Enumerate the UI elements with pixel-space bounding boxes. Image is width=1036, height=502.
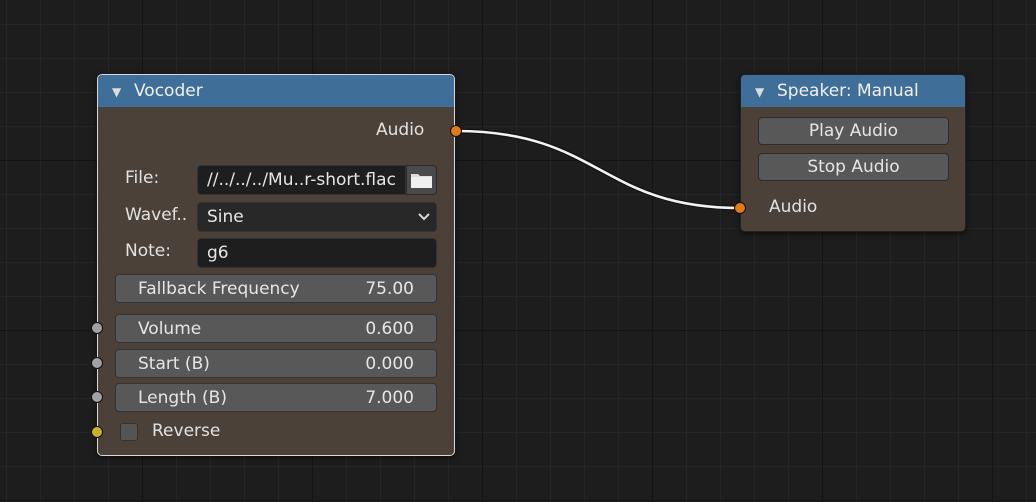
- start-value: 0.000: [365, 354, 414, 374]
- chevron-down-icon: [418, 203, 430, 241]
- fallback-frequency-label: Fallback Frequency: [138, 279, 300, 299]
- volume-value: 0.600: [365, 319, 414, 339]
- vocoder-audio-output-socket[interactable]: [450, 125, 462, 137]
- volume-input-socket[interactable]: [91, 322, 103, 334]
- reverse-input-socket[interactable]: [91, 426, 103, 438]
- note-label: Note:: [125, 241, 171, 261]
- speaker-node[interactable]: ▼ Speaker: Manual Play Audio Stop Audio …: [740, 74, 966, 232]
- waveform-label: Wavef..: [125, 205, 188, 225]
- collapse-arrow-icon[interactable]: ▼: [112, 76, 121, 108]
- length-value: 7.000: [365, 388, 414, 408]
- speaker-node-header[interactable]: ▼ Speaker: Manual: [741, 75, 965, 107]
- stop-audio-button[interactable]: Stop Audio: [758, 153, 949, 181]
- volume-label: Volume: [138, 319, 202, 339]
- play-audio-button[interactable]: Play Audio: [758, 117, 949, 145]
- length-slider[interactable]: Length (B) 7.000: [115, 383, 437, 412]
- reverse-checkbox[interactable]: [120, 423, 138, 441]
- start-slider[interactable]: Start (B) 0.000: [115, 349, 437, 378]
- file-label: File:: [125, 168, 160, 188]
- note-field[interactable]: g6: [197, 238, 437, 268]
- length-label: Length (B): [138, 388, 227, 408]
- volume-slider[interactable]: Volume 0.600: [115, 314, 437, 343]
- waveform-select-value: Sine: [207, 207, 244, 227]
- speaker-node-title: Speaker: Manual: [777, 81, 919, 101]
- collapse-arrow-icon[interactable]: ▼: [755, 76, 764, 108]
- vocoder-node-header[interactable]: ▼ Vocoder: [98, 75, 454, 107]
- length-input-socket[interactable]: [91, 391, 103, 403]
- vocoder-node-title: Vocoder: [134, 81, 203, 101]
- vocoder-node[interactable]: ▼ Vocoder Audio File: //../../../Mu..r-s…: [97, 74, 455, 456]
- speaker-audio-input-label: Audio: [769, 197, 818, 217]
- speaker-audio-input-socket[interactable]: [734, 202, 746, 214]
- fallback-frequency-value: 75.00: [365, 279, 414, 299]
- start-label: Start (B): [138, 354, 210, 374]
- file-browse-button[interactable]: [406, 165, 437, 195]
- start-input-socket[interactable]: [91, 357, 103, 369]
- vocoder-audio-output-label: Audio: [376, 120, 425, 140]
- fallback-frequency-slider[interactable]: Fallback Frequency 75.00: [115, 274, 437, 303]
- file-path-field[interactable]: //../../../Mu..r-short.flac: [197, 165, 406, 195]
- waveform-select[interactable]: Sine: [197, 202, 437, 232]
- folder-icon: [411, 174, 432, 188]
- reverse-label: Reverse: [152, 421, 221, 441]
